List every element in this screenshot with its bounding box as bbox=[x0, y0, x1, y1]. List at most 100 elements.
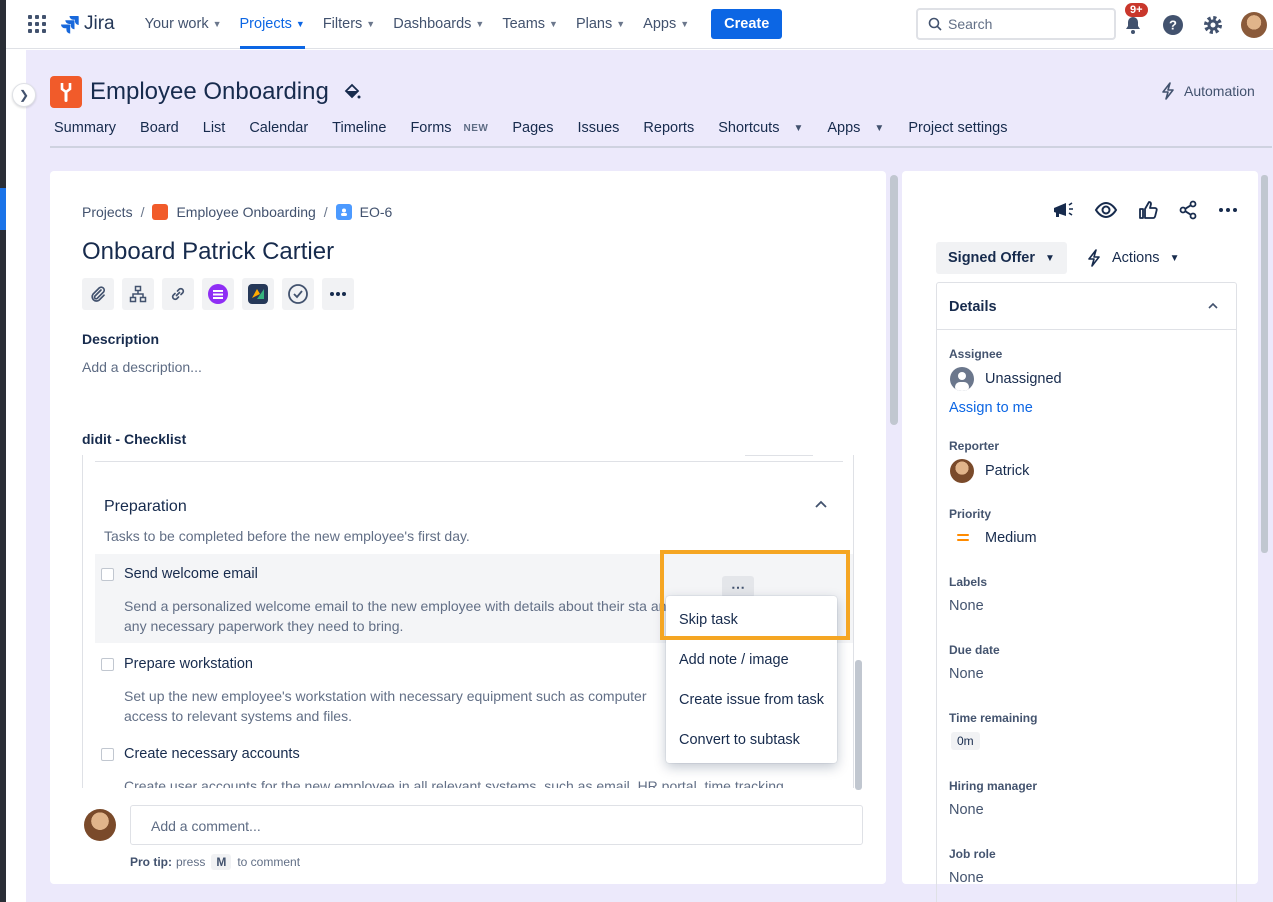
app-one-button[interactable] bbox=[202, 278, 234, 310]
comment-input[interactable]: Add a comment... bbox=[130, 805, 863, 845]
tab-label: Pages bbox=[512, 120, 554, 136]
attach-button[interactable] bbox=[82, 278, 114, 310]
task-name: Send welcome email bbox=[124, 566, 258, 582]
tab-apps[interactable]: Apps ▼ bbox=[827, 120, 884, 136]
menu-add-note[interactable]: Add note / image bbox=[679, 652, 789, 668]
nav-filters[interactable]: Filters ▼ bbox=[323, 0, 375, 49]
watch-button[interactable] bbox=[1094, 201, 1118, 219]
avatar bbox=[950, 459, 974, 483]
tab-project-settings[interactable]: Project settings bbox=[908, 120, 1007, 136]
time-remaining-value[interactable]: 0m bbox=[951, 732, 980, 750]
unassigned-avatar-icon bbox=[950, 367, 974, 391]
sidebar-expand-button[interactable]: ❯ bbox=[12, 83, 36, 107]
sidebar-scrollbar[interactable] bbox=[1261, 175, 1268, 553]
settings-button[interactable] bbox=[1201, 13, 1225, 37]
due-date-value[interactable]: None bbox=[949, 666, 984, 682]
tab-calendar[interactable]: Calendar bbox=[249, 120, 308, 136]
breadcrumb-projects[interactable]: Projects bbox=[82, 204, 133, 220]
tab-issues[interactable]: Issues bbox=[578, 120, 620, 136]
link-issue-button[interactable] bbox=[162, 278, 194, 310]
tab-list[interactable]: List bbox=[203, 120, 226, 136]
nav-dashboards[interactable]: Dashboards ▼ bbox=[393, 0, 484, 49]
chevron-down-icon: ▼ bbox=[874, 122, 885, 134]
tab-pages[interactable]: Pages bbox=[512, 120, 553, 136]
more-actions-button[interactable] bbox=[322, 278, 354, 310]
tab-label: Calendar bbox=[249, 120, 309, 136]
breadcrumb-project[interactable]: Employee Onboarding bbox=[176, 204, 315, 220]
automation-button[interactable]: Automation bbox=[1160, 82, 1255, 100]
app-two-button[interactable] bbox=[242, 278, 274, 310]
nav-plans[interactable]: Plans ▼ bbox=[576, 0, 625, 49]
priority-value[interactable]: Medium bbox=[985, 530, 1037, 546]
priority-medium-icon bbox=[957, 534, 969, 544]
issue-toolbar bbox=[82, 278, 362, 310]
nav-your-work[interactable]: Your work ▼ bbox=[145, 0, 222, 49]
task-checkbox[interactable] bbox=[101, 568, 114, 581]
description-field[interactable]: Add a description... bbox=[82, 359, 202, 375]
notifications-button[interactable]: 9+ bbox=[1121, 2, 1148, 37]
chevron-up-icon[interactable] bbox=[815, 495, 827, 511]
tab-summary[interactable]: Summary bbox=[54, 120, 116, 136]
app-three-button[interactable] bbox=[282, 278, 314, 310]
tab-label: Timeline bbox=[332, 120, 387, 136]
user-avatar[interactable] bbox=[1241, 11, 1267, 38]
lightning-icon bbox=[1088, 249, 1100, 267]
status-dropdown[interactable]: Signed Offer ▼ bbox=[936, 242, 1067, 274]
section-title: Preparation bbox=[104, 498, 187, 515]
issue-title[interactable]: Onboard Patrick Cartier bbox=[82, 238, 334, 266]
nav-label: Apps bbox=[643, 16, 677, 32]
task-more-button[interactable]: ⋯ bbox=[722, 576, 754, 598]
tab-forms[interactable]: Forms NEW bbox=[410, 120, 488, 136]
details-header[interactable]: Details bbox=[937, 283, 1236, 330]
task-checkbox[interactable] bbox=[101, 658, 114, 671]
job-role-value[interactable]: None bbox=[949, 870, 984, 886]
nav-projects[interactable]: Projects ▼ bbox=[239, 0, 306, 49]
app-switcher-icon[interactable] bbox=[28, 15, 46, 33]
reporter-value[interactable]: Patrick bbox=[985, 463, 1029, 479]
create-button[interactable]: Create bbox=[711, 9, 783, 39]
tab-label: Apps bbox=[827, 120, 861, 136]
project-avatar-icon[interactable] bbox=[50, 76, 82, 108]
jira-logo[interactable]: Jira bbox=[60, 13, 115, 35]
project-mini-icon bbox=[152, 204, 169, 220]
labels-value[interactable]: None bbox=[949, 598, 984, 614]
actions-label: Actions bbox=[1112, 250, 1160, 266]
checklist-scrollbar[interactable] bbox=[855, 660, 862, 790]
lightning-icon bbox=[1162, 82, 1174, 100]
main-scrollbar[interactable] bbox=[890, 175, 898, 425]
jira-icon bbox=[61, 16, 79, 34]
tab-timeline[interactable]: Timeline bbox=[332, 120, 386, 136]
breadcrumb-issue-key[interactable]: EO-6 bbox=[360, 204, 393, 220]
more-options-button[interactable] bbox=[1218, 207, 1238, 213]
vote-button[interactable] bbox=[1138, 200, 1158, 220]
search-input[interactable]: Search bbox=[916, 8, 1116, 40]
tab-label: Issues bbox=[577, 120, 620, 136]
menu-skip-task[interactable]: Skip task bbox=[679, 612, 738, 628]
tab-reports[interactable]: Reports bbox=[643, 120, 694, 136]
description-heading: Description bbox=[82, 331, 160, 347]
feedback-button[interactable] bbox=[1052, 200, 1074, 220]
tab-shortcuts[interactable]: Shortcuts ▼ bbox=[718, 120, 803, 136]
task-name: Create necessary accounts bbox=[124, 746, 300, 762]
issue-type-icon bbox=[335, 204, 352, 220]
actions-dropdown[interactable]: Actions ▼ bbox=[1086, 242, 1179, 274]
assign-to-me-link[interactable]: Assign to me bbox=[949, 400, 1033, 416]
share-icon bbox=[1179, 200, 1197, 220]
help-button[interactable]: ? bbox=[1161, 13, 1185, 37]
paint-bucket-icon[interactable] bbox=[343, 83, 361, 101]
tab-board[interactable]: Board bbox=[140, 120, 179, 136]
nav-apps[interactable]: Apps ▼ bbox=[643, 0, 689, 49]
task-checkbox[interactable] bbox=[101, 748, 114, 761]
pro-tip: Pro tip: press M to comment bbox=[130, 854, 300, 870]
child-issue-button[interactable] bbox=[122, 278, 154, 310]
nav-teams[interactable]: Teams ▼ bbox=[502, 0, 558, 49]
priority-label: Priority bbox=[949, 507, 992, 521]
eye-icon bbox=[1094, 201, 1118, 219]
hiring-manager-value[interactable]: None bbox=[949, 802, 984, 818]
menu-create-issue[interactable]: Create issue from task bbox=[679, 692, 824, 708]
project-header: Employee Onboarding bbox=[50, 76, 361, 108]
nav-label: Teams bbox=[502, 16, 546, 32]
assignee-value[interactable]: Unassigned bbox=[985, 371, 1062, 387]
menu-convert-subtask[interactable]: Convert to subtask bbox=[679, 732, 800, 748]
share-button[interactable] bbox=[1178, 200, 1198, 220]
